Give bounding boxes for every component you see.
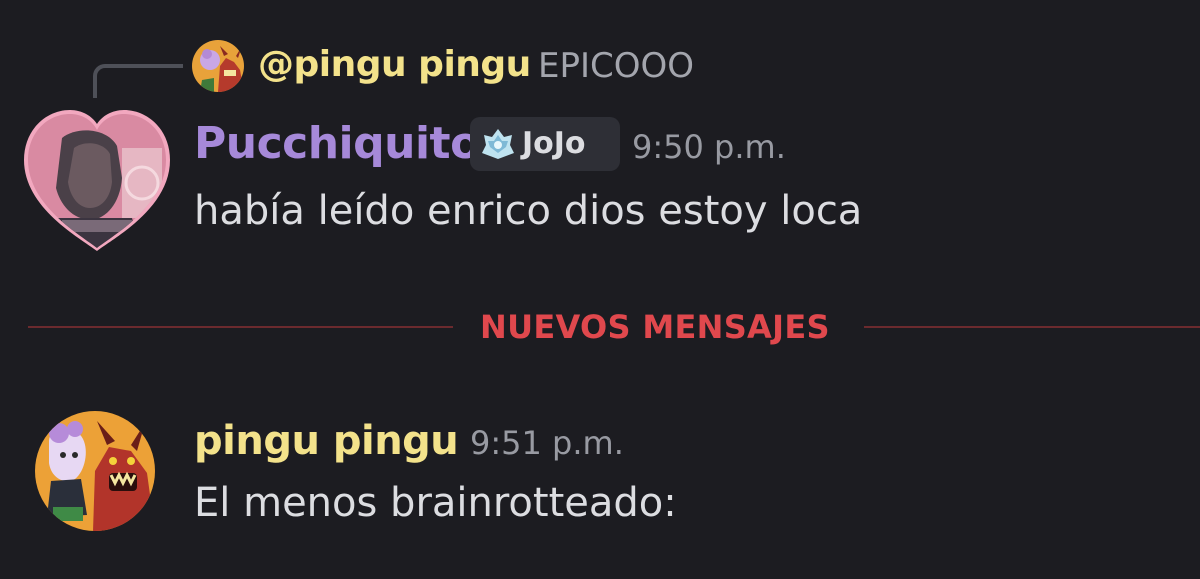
reply-preview-text[interactable]: EPICOOO	[538, 46, 694, 86]
server-tag[interactable]: JoJo	[470, 117, 620, 171]
message-author[interactable]: pingu pingu	[194, 418, 459, 464]
avatar-image	[192, 40, 244, 92]
crystal-flame-icon	[482, 129, 514, 159]
reply-spine	[93, 64, 183, 98]
reply-author[interactable]: @pingu pingu	[258, 44, 531, 85]
server-tag-label: JoJo	[522, 126, 586, 161]
new-messages-divider-line	[28, 326, 453, 328]
message-timestamp: 9:51 p.m.	[470, 424, 624, 462]
avatar-pucchiquito[interactable]	[22, 108, 172, 253]
avatar-pingu-pingu[interactable]	[35, 411, 155, 531]
new-messages-divider-line	[864, 326, 1200, 328]
message-content: había leído enrico dios estoy loca	[194, 188, 863, 234]
reply-avatar[interactable]	[192, 40, 244, 92]
message-content: El menos brainrotteado:	[194, 480, 677, 526]
heart-avatar-image	[24, 110, 170, 251]
new-messages-label: NUEVOS MENSAJES	[480, 308, 830, 346]
message-timestamp: 9:50 p.m.	[632, 128, 786, 166]
chat-area: @pingu pingu EPICOOO Pucchiquito JoJo 9:…	[0, 0, 1200, 579]
avatar-image	[35, 411, 155, 531]
message-author[interactable]: Pucchiquito	[194, 118, 480, 169]
